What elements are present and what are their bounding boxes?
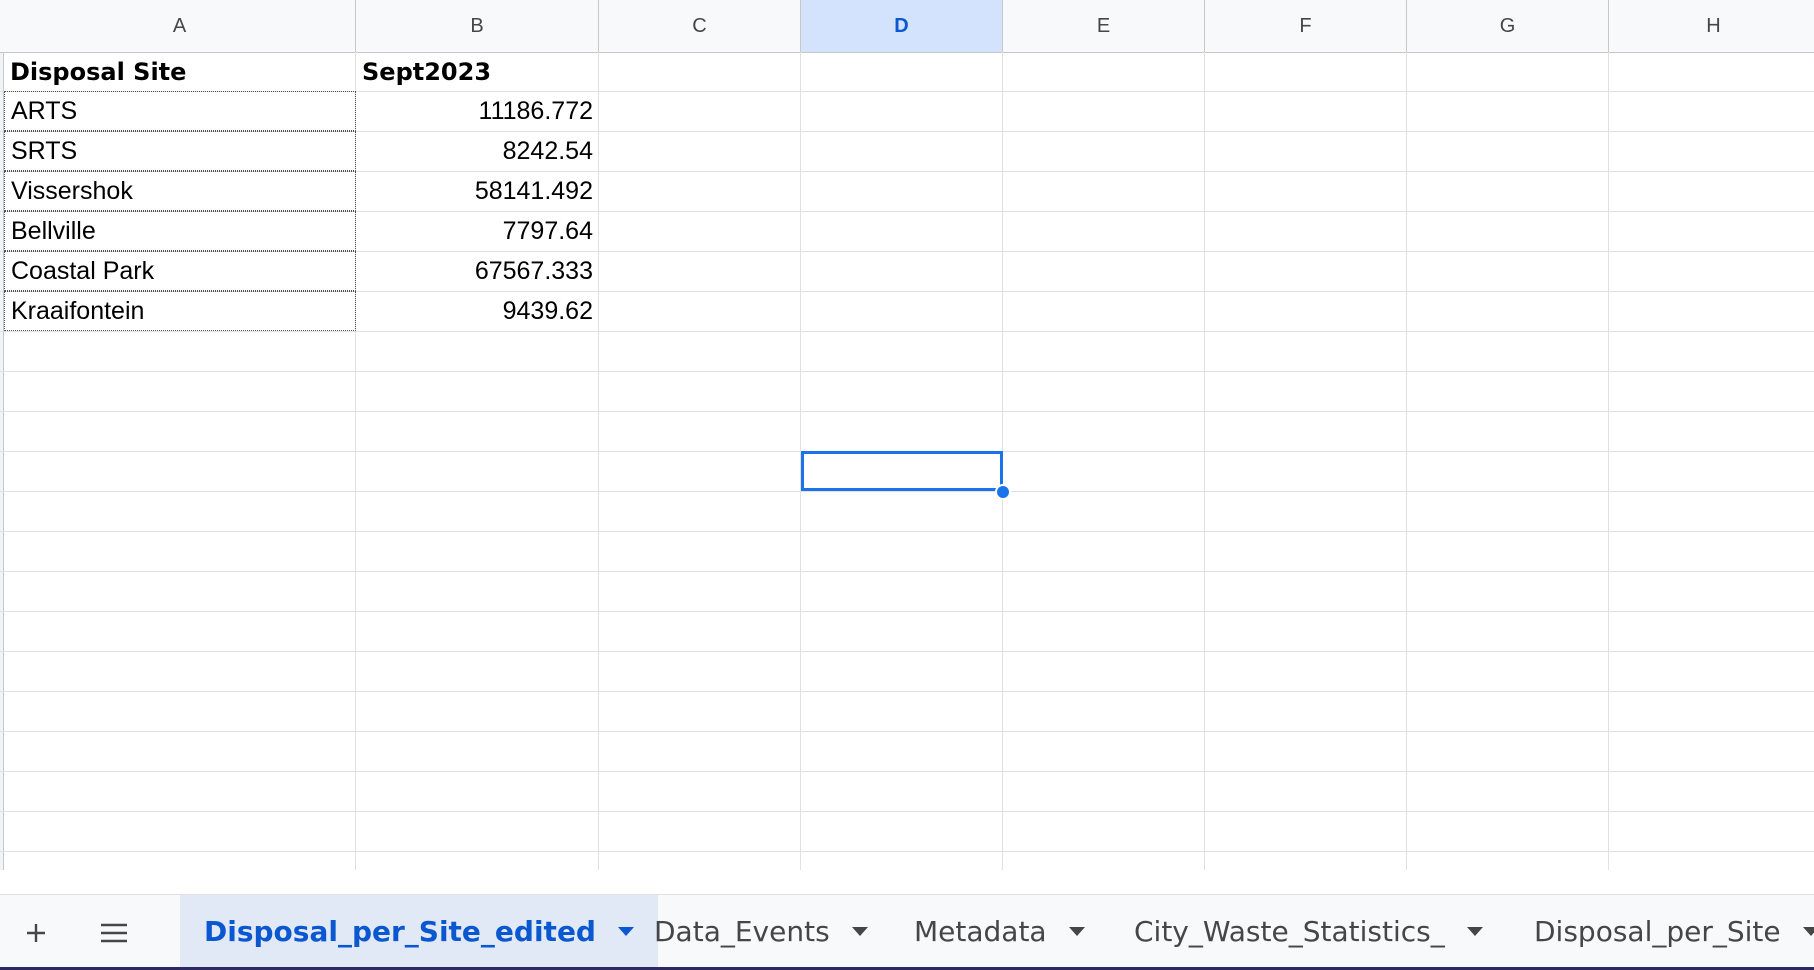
- value-cell[interactable]: 9439.62: [356, 291, 599, 331]
- value-cell[interactable]: 8242.54: [356, 131, 599, 171]
- sheet-tab-label: Disposal_per_Site: [1534, 915, 1781, 948]
- chevron-down-icon[interactable]: [1068, 927, 1085, 936]
- sheet-tab-metadata[interactable]: Metadata: [890, 895, 1109, 968]
- chevron-down-icon[interactable]: [851, 927, 868, 936]
- gridline: [0, 571, 1814, 572]
- site-cell[interactable]: Bellville: [4, 211, 356, 251]
- value-cell[interactable]: 58141.492: [356, 171, 599, 211]
- sheet-tab-disposal-per-site[interactable]: Disposal_per_Site: [1510, 895, 1814, 968]
- plus-icon[interactable]: [12, 909, 60, 957]
- gridline: [0, 371, 1814, 372]
- sheet-tab-bar: Disposal_per_Site_edited Data_Events Met…: [0, 894, 1814, 970]
- spreadsheet-grid[interactable]: A B C D E F G H Disposal Site Sept2023 A…: [0, 0, 1814, 870]
- gridline: [0, 731, 1814, 732]
- gridline: [1406, 52, 1407, 870]
- column-header-row: A B C D E F G H: [0, 0, 1814, 53]
- fill-handle[interactable]: [995, 484, 1011, 500]
- gridline: [0, 851, 1814, 852]
- site-cell[interactable]: Vissershok: [4, 171, 356, 211]
- site-cell[interactable]: SRTS: [4, 131, 356, 171]
- sheet-tab-city-waste-statistics[interactable]: City_Waste_Statistics_: [1110, 895, 1507, 968]
- active-cell-selection[interactable]: [801, 451, 1003, 491]
- sheet-tab-label: Metadata: [914, 915, 1047, 948]
- column-header-f[interactable]: F: [1205, 0, 1407, 52]
- sheet-tab-label: Data_Events: [654, 915, 830, 948]
- column-header-d[interactable]: D: [801, 0, 1003, 52]
- gridline: [0, 771, 1814, 772]
- sheet-tab-disposal-per-site-edited[interactable]: Disposal_per_Site_edited: [180, 895, 658, 968]
- site-cell[interactable]: ARTS: [4, 91, 356, 131]
- gridline: [0, 611, 1814, 612]
- column-header-g[interactable]: G: [1407, 0, 1609, 52]
- gridline: [1608, 52, 1609, 870]
- gridline: [1204, 52, 1205, 870]
- column-header-b[interactable]: B: [356, 0, 599, 52]
- gridline: [0, 531, 1814, 532]
- column-header-h[interactable]: H: [1609, 0, 1814, 52]
- gridline: [0, 691, 1814, 692]
- value-cell[interactable]: 11186.772: [356, 91, 599, 131]
- value-cell[interactable]: 7797.64: [356, 211, 599, 251]
- site-cell[interactable]: Kraaifontein: [4, 291, 356, 331]
- gridline: [0, 491, 1814, 492]
- gridline: [0, 411, 1814, 412]
- sheet-tab-data-events[interactable]: Data_Events: [630, 895, 892, 968]
- column-header-a[interactable]: A: [4, 0, 356, 52]
- gridline: [0, 331, 1814, 332]
- value-cell[interactable]: 67567.333: [356, 251, 599, 291]
- chevron-down-icon[interactable]: [1802, 927, 1814, 936]
- site-cell[interactable]: Coastal Park: [4, 251, 356, 291]
- gridline: [0, 651, 1814, 652]
- gridline: [0, 811, 1814, 812]
- sheet-tab-label: City_Waste_Statistics_: [1134, 915, 1445, 948]
- chevron-down-icon[interactable]: [1466, 927, 1483, 936]
- sheet-tab-label: Disposal_per_Site_edited: [204, 915, 596, 948]
- column-header-c[interactable]: C: [599, 0, 801, 52]
- menu-icon[interactable]: [90, 909, 138, 957]
- column-header-e[interactable]: E: [1003, 0, 1205, 52]
- header-cell-disposal-site[interactable]: Disposal Site: [4, 52, 356, 92]
- header-cell-sept2023[interactable]: Sept2023: [356, 52, 599, 92]
